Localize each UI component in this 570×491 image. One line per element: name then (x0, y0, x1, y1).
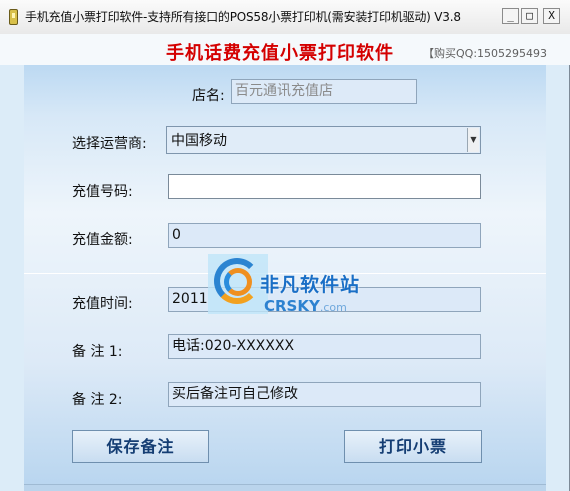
window-title: 手机充值小票打印软件-支持所有接口的POS58小票打印机(需安装打印机驱动) V… (25, 10, 461, 24)
watermark-cn-text: 非凡软件站 (260, 274, 361, 296)
watermark-en-text: CRSKY.com (264, 297, 347, 315)
header-band: 手机话费充值小票打印软件 【购买QQ:1505295493 (0, 34, 570, 65)
maximize-button[interactable]: □ (521, 8, 538, 24)
carrier-label: 选择运营商: (72, 136, 147, 152)
app-window: 手机充值小票打印软件-支持所有接口的POS58小票打印机(需安装打印机驱动) V… (0, 0, 570, 491)
carrier-selected-value: 中国移动 (171, 133, 227, 149)
watermark-logo: 非凡软件站 CRSKY.com (208, 254, 366, 322)
watermark-en-suffix: .com (319, 301, 347, 314)
shop-name-field[interactable]: 百元通讯充值店 (231, 79, 417, 104)
amount-label: 充值金额: (72, 232, 133, 248)
shop-name-label: 店名: (192, 88, 225, 104)
print-receipt-button[interactable]: 打印小票 (344, 430, 482, 463)
note2-label: 备 注 2: (72, 392, 123, 408)
amount-input[interactable]: 0 (168, 223, 481, 248)
phone-number-input[interactable] (168, 174, 481, 199)
carrier-select[interactable]: 中国移动 ▼ (166, 126, 481, 154)
recharge-time-label: 充值时间: (72, 296, 133, 312)
watermark-en-name: CRSKY (264, 297, 320, 315)
note2-input[interactable]: 买后备注可自己修改 (168, 382, 481, 407)
note1-label: 备 注 1: (72, 344, 123, 360)
note1-input[interactable]: 电话:020-XXXXXX (168, 334, 481, 359)
watermark-inner-swirl-icon (224, 268, 252, 296)
phone-icon (9, 9, 18, 25)
close-button[interactable]: X (543, 8, 560, 24)
save-note-button[interactable]: 保存备注 (72, 430, 209, 463)
bottom-strip (24, 484, 546, 491)
app-heading: 手机话费充值小票打印软件 (166, 43, 394, 64)
phone-number-label: 充值号码: (72, 184, 133, 200)
title-bar[interactable]: 手机充值小票打印软件-支持所有接口的POS58小票打印机(需安装打印机驱动) V… (0, 0, 570, 35)
chevron-down-icon[interactable]: ▼ (467, 128, 479, 152)
purchase-qq-text: 【购买QQ:1505295493 (423, 47, 548, 60)
minimize-button[interactable]: _ (502, 8, 519, 24)
